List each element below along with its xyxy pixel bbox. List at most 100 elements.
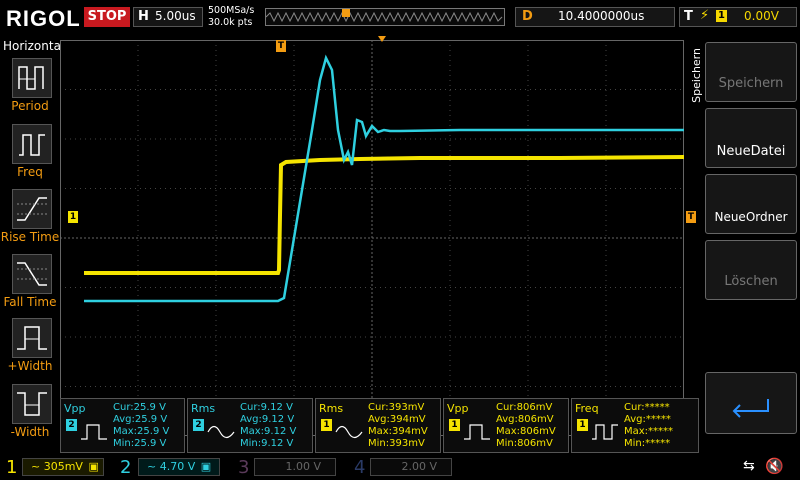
trigger-box[interactable] <box>679 7 797 27</box>
loeschen-button[interactable]: Löschen <box>705 240 797 300</box>
measurement-name: Rms <box>319 402 344 415</box>
channel-1-scale: 305mV <box>43 460 83 473</box>
measurement-min: Min:25.9 V <box>113 438 167 449</box>
measurement-max: Max:806mV <box>496 426 556 437</box>
positive-width-icon <box>17 326 47 350</box>
frequency-icon <box>19 134 45 156</box>
rising-edge-icon: ⚡ <box>700 8 710 23</box>
measurement-cur: Cur:806mV <box>496 402 553 413</box>
vpp-icon <box>464 424 490 440</box>
measurement-cur: Cur:9.12 V <box>240 402 293 413</box>
measurement-channel-badge: 1 <box>449 419 460 431</box>
measurement-box[interactable]: Rms 1 Cur:393mV Avg:394mV Max:394mV Min:… <box>315 398 441 453</box>
measurement-channel-badge: 1 <box>577 419 588 431</box>
measurement-max: Max:394mV <box>368 426 428 437</box>
positive-width-label: +Width <box>7 359 53 373</box>
negative-width-icon <box>17 392 47 416</box>
neue-datei-button[interactable]: NeueDatei <box>705 108 797 168</box>
channel-4-scale: 2.00 V <box>401 460 437 473</box>
channel-4-number[interactable]: 4 <box>354 457 365 478</box>
rigol-logo: RIGOL <box>6 6 81 31</box>
channel-4-scale-box[interactable]: 2.00 V <box>370 458 452 476</box>
rise-time-label: Rise Time <box>0 230 60 244</box>
fall-time-label: Fall Time <box>3 295 57 309</box>
measurement-cur: Cur:***** <box>624 402 670 413</box>
measurement-name: Rms <box>191 402 216 415</box>
rms-sine-icon <box>207 425 235 439</box>
trigger-level-value: 0.00V <box>744 9 779 23</box>
measurement-min: Min:806mV <box>496 438 553 449</box>
rise-time-icon <box>17 197 47 221</box>
frequency-icon <box>592 424 618 440</box>
timebase-value: 5.00us <box>155 9 196 23</box>
rise-time-button[interactable] <box>12 189 52 229</box>
channel-3-number[interactable]: 3 <box>238 457 249 478</box>
channel-1-scale-box[interactable]: ~ 305mV ▣ <box>22 458 104 476</box>
measurement-box[interactable]: Rms 2 Cur:9.12 V Avg:9.12 V Max:9.12 V M… <box>187 398 313 453</box>
rms-sine-icon <box>335 425 363 439</box>
speichern-button[interactable]: Speichern <box>705 42 797 102</box>
measurement-min: Min:***** <box>624 438 671 449</box>
bandwidth-limit-icon: ▣ <box>200 460 212 473</box>
measurement-box[interactable]: Vpp 2 Cur:25.9 V Avg:25.9 V Max:25.9 V M… <box>60 398 185 453</box>
negative-width-label: -Width <box>10 425 50 439</box>
measurement-min: Min:393mV <box>368 438 425 449</box>
freq-label: Freq <box>17 165 43 179</box>
measurement-max: Max:9.12 V <box>240 426 297 437</box>
speaker-muted-icon[interactable]: 🔇 <box>765 457 784 475</box>
measurement-cur: Cur:25.9 V <box>113 402 166 413</box>
period-label: Period <box>11 99 49 113</box>
memory-overview-strip <box>265 8 505 26</box>
usb-icon: ⇆ <box>743 458 755 474</box>
measurement-channel-badge: 1 <box>321 419 332 431</box>
positive-width-button[interactable] <box>12 318 52 358</box>
channel-3-scale: 1.00 V <box>285 460 321 473</box>
enter-button[interactable] <box>705 372 797 434</box>
waveform-display[interactable] <box>60 40 684 436</box>
fall-time-button[interactable] <box>12 254 52 294</box>
memory-wave-icon <box>265 9 503 23</box>
delay-label: D <box>522 9 533 24</box>
neue-ordner-button[interactable]: NeueOrdner <box>705 174 797 234</box>
channel-2-scale: 4.70 V <box>159 460 196 473</box>
channel-1-offset-marker[interactable]: 1 <box>68 211 78 223</box>
period-button[interactable] <box>12 58 52 98</box>
channel-2-number[interactable]: 2 <box>120 457 131 478</box>
measurement-name: Vpp <box>447 402 469 415</box>
measurement-channel-badge: 2 <box>193 419 204 431</box>
period-icon <box>18 66 44 90</box>
measurement-avg: Avg:9.12 V <box>240 414 295 425</box>
measurement-box[interactable]: Freq 1 Cur:***** Avg:***** Max:***** Min… <box>571 398 699 453</box>
left-menu-title: Horizontal <box>3 39 65 53</box>
measurement-name: Vpp <box>64 402 86 415</box>
measurement-max: Max:25.9 V <box>113 426 170 437</box>
measurement-avg: Avg:806mV <box>496 414 554 425</box>
negative-width-button[interactable] <box>12 384 52 424</box>
ac-coupling-icon: ~ <box>147 460 157 473</box>
measurement-avg: Avg:25.9 V <box>113 414 168 425</box>
sample-rate: 500MSa/s <box>208 5 255 16</box>
channel-1-number[interactable]: 1 <box>6 457 17 478</box>
freq-button[interactable] <box>12 124 52 164</box>
ac-coupling-icon: ~ <box>31 460 41 473</box>
delay-value: 10.4000000us <box>558 9 645 23</box>
fall-time-icon <box>17 262 47 286</box>
memory-points: 30.0k pts <box>208 17 253 28</box>
bandwidth-limit-icon: ▣ <box>88 460 99 473</box>
measurement-avg: Avg:***** <box>624 414 671 425</box>
trigger-label: T <box>684 9 693 24</box>
measurement-max: Max:***** <box>624 426 674 437</box>
right-menu-title: Speichern <box>690 48 703 103</box>
channel-2-scale-box[interactable]: ~ 4.70 V ▣ <box>138 458 220 476</box>
delay-center-marker <box>378 36 386 42</box>
measurement-box[interactable]: Vpp 1 Cur:806mV Avg:806mV Max:806mV Min:… <box>443 398 569 453</box>
trigger-channel-badge: 1 <box>716 10 727 22</box>
measurement-channel-badge: 2 <box>66 419 77 431</box>
horizontal-label: H <box>138 9 149 24</box>
measurement-avg: Avg:394mV <box>368 414 426 425</box>
measurement-min: Min:9.12 V <box>240 438 294 449</box>
measurement-cur: Cur:393mV <box>368 402 425 413</box>
channel-3-scale-box[interactable]: 1.00 V <box>254 458 336 476</box>
trigger-position-marker[interactable]: T <box>276 40 286 52</box>
run-stop-indicator[interactable]: STOP <box>84 7 130 27</box>
